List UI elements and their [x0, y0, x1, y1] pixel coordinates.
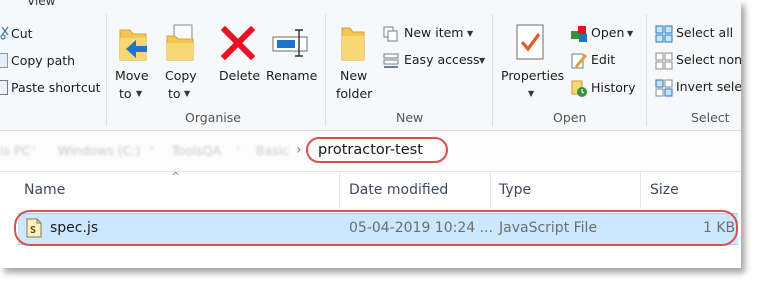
current-folder-label: protractor-test: [318, 142, 423, 158]
new-item-icon: [383, 26, 398, 42]
group-separator: [646, 14, 647, 126]
open-group-title: Open: [553, 110, 587, 125]
invert-selection-label: Invert selec: [676, 79, 741, 94]
file-date-modified: 05-04-2019 10:24 ...: [349, 220, 493, 236]
breadcrumb-item[interactable]: is PC: [0, 143, 30, 158]
history-label: History: [591, 80, 636, 95]
breadcrumb-item[interactable]: Basic: [256, 143, 289, 158]
chevron-down-icon: ▼: [479, 56, 486, 65]
paste-shortcut-button[interactable]: Paste shortcut: [11, 80, 101, 95]
column-divider[interactable]: [490, 172, 491, 208]
javascript-file-icon: S: [26, 218, 42, 238]
sort-ascending-icon: ^: [171, 170, 181, 183]
move-to-icon: [119, 29, 147, 61]
cut-button[interactable]: Cut: [11, 26, 33, 41]
delete-label: Delete: [219, 68, 261, 83]
history-icon: [571, 80, 587, 97]
file-name[interactable]: spec.js: [50, 220, 98, 236]
rename-label: Rename: [266, 68, 318, 83]
properties-button[interactable]: Properties ▼: [498, 20, 564, 105]
chevron-down-icon: ▼: [627, 29, 634, 38]
invert-selection-button[interactable]: Invert selec: [655, 79, 741, 97]
rename-button[interactable]: Rename: [264, 20, 318, 105]
select-all-label: Select all: [676, 25, 734, 40]
breadcrumb-current-folder[interactable]: protractor-test: [306, 137, 448, 163]
open-label: Open: [591, 25, 625, 40]
move-to-label-2: to: [119, 86, 132, 101]
easy-access-button[interactable]: Easy access ▼: [382, 52, 492, 70]
copy-to-icon: [166, 24, 194, 61]
select-none-button[interactable]: Select none: [655, 52, 741, 70]
copy-path-icon: [0, 53, 8, 68]
select-all-icon: [655, 25, 673, 43]
paste-shortcut-icon: [0, 80, 8, 95]
chevron-down-icon: ▼: [136, 89, 143, 98]
column-divider[interactable]: [640, 172, 641, 208]
tab-view[interactable]: View: [27, 0, 55, 8]
easy-access-icon: [383, 53, 399, 68]
copy-to-label-1: Copy: [165, 68, 197, 83]
easy-access-label: Easy access: [404, 52, 480, 67]
new-group-title: New: [396, 110, 424, 125]
chevron-right-icon: ›: [296, 142, 302, 158]
column-header-name[interactable]: Name: [24, 182, 65, 198]
group-separator: [325, 14, 326, 126]
copy-path-button[interactable]: Copy path: [11, 53, 75, 68]
move-to-button[interactable]: Move to ▼: [113, 20, 153, 105]
select-all-button[interactable]: Select all: [655, 25, 741, 43]
rename-icon: [272, 29, 308, 57]
new-folder-label-2: folder: [336, 86, 373, 101]
new-folder-icon: [341, 27, 365, 61]
edit-button[interactable]: Edit: [570, 52, 642, 70]
chevron-right-icon: ›: [32, 143, 36, 154]
file-type: JavaScript File: [499, 220, 598, 236]
new-folder-button[interactable]: New folder: [332, 20, 376, 105]
new-item-label: New item: [404, 25, 464, 40]
chevron-down-icon: ▼: [467, 29, 474, 38]
column-header-date-modified[interactable]: Date modified: [349, 182, 448, 198]
properties-icon: [516, 24, 544, 60]
chevron-down-icon: ▼: [184, 89, 191, 98]
chevron-down-icon: ▼: [528, 89, 535, 98]
properties-label: Properties: [501, 68, 565, 83]
chevron-right-icon: ›: [236, 143, 240, 154]
organise-group-title: Organise: [185, 110, 241, 125]
delete-button[interactable]: Delete: [217, 20, 261, 105]
edit-icon: [571, 53, 588, 69]
copy-to-label-2: to: [168, 86, 181, 101]
column-header-size[interactable]: Size: [650, 182, 679, 198]
invert-selection-icon: [655, 79, 673, 97]
file-size: 1 KB: [703, 220, 736, 236]
breadcrumb-item[interactable]: ToolsQA: [172, 143, 221, 158]
select-none-label: Select none: [676, 52, 741, 67]
copy-to-button[interactable]: Copy to ▼: [161, 20, 201, 105]
delete-icon: [221, 26, 255, 60]
column-divider[interactable]: [339, 172, 340, 208]
move-to-label-1: Move: [115, 68, 149, 83]
new-folder-label-1: New: [340, 68, 368, 83]
group-separator: [106, 14, 107, 126]
select-group-title: Select: [691, 110, 730, 125]
breadcrumb-item[interactable]: Windows (C:): [58, 143, 140, 158]
edit-label: Edit: [591, 52, 616, 67]
column-header-type[interactable]: Type: [499, 182, 531, 198]
svg-text:S: S: [30, 225, 36, 236]
select-none-icon: [655, 52, 673, 70]
new-item-button[interactable]: New item ▼: [382, 25, 492, 43]
open-icon: [571, 26, 587, 42]
ribbon: View Cut Copy path Paste shortcut Move t…: [0, 0, 741, 131]
chevron-right-icon: ›: [150, 143, 154, 154]
open-button[interactable]: Open ▼: [570, 25, 642, 43]
history-button[interactable]: History: [570, 80, 642, 98]
group-separator: [492, 14, 493, 126]
